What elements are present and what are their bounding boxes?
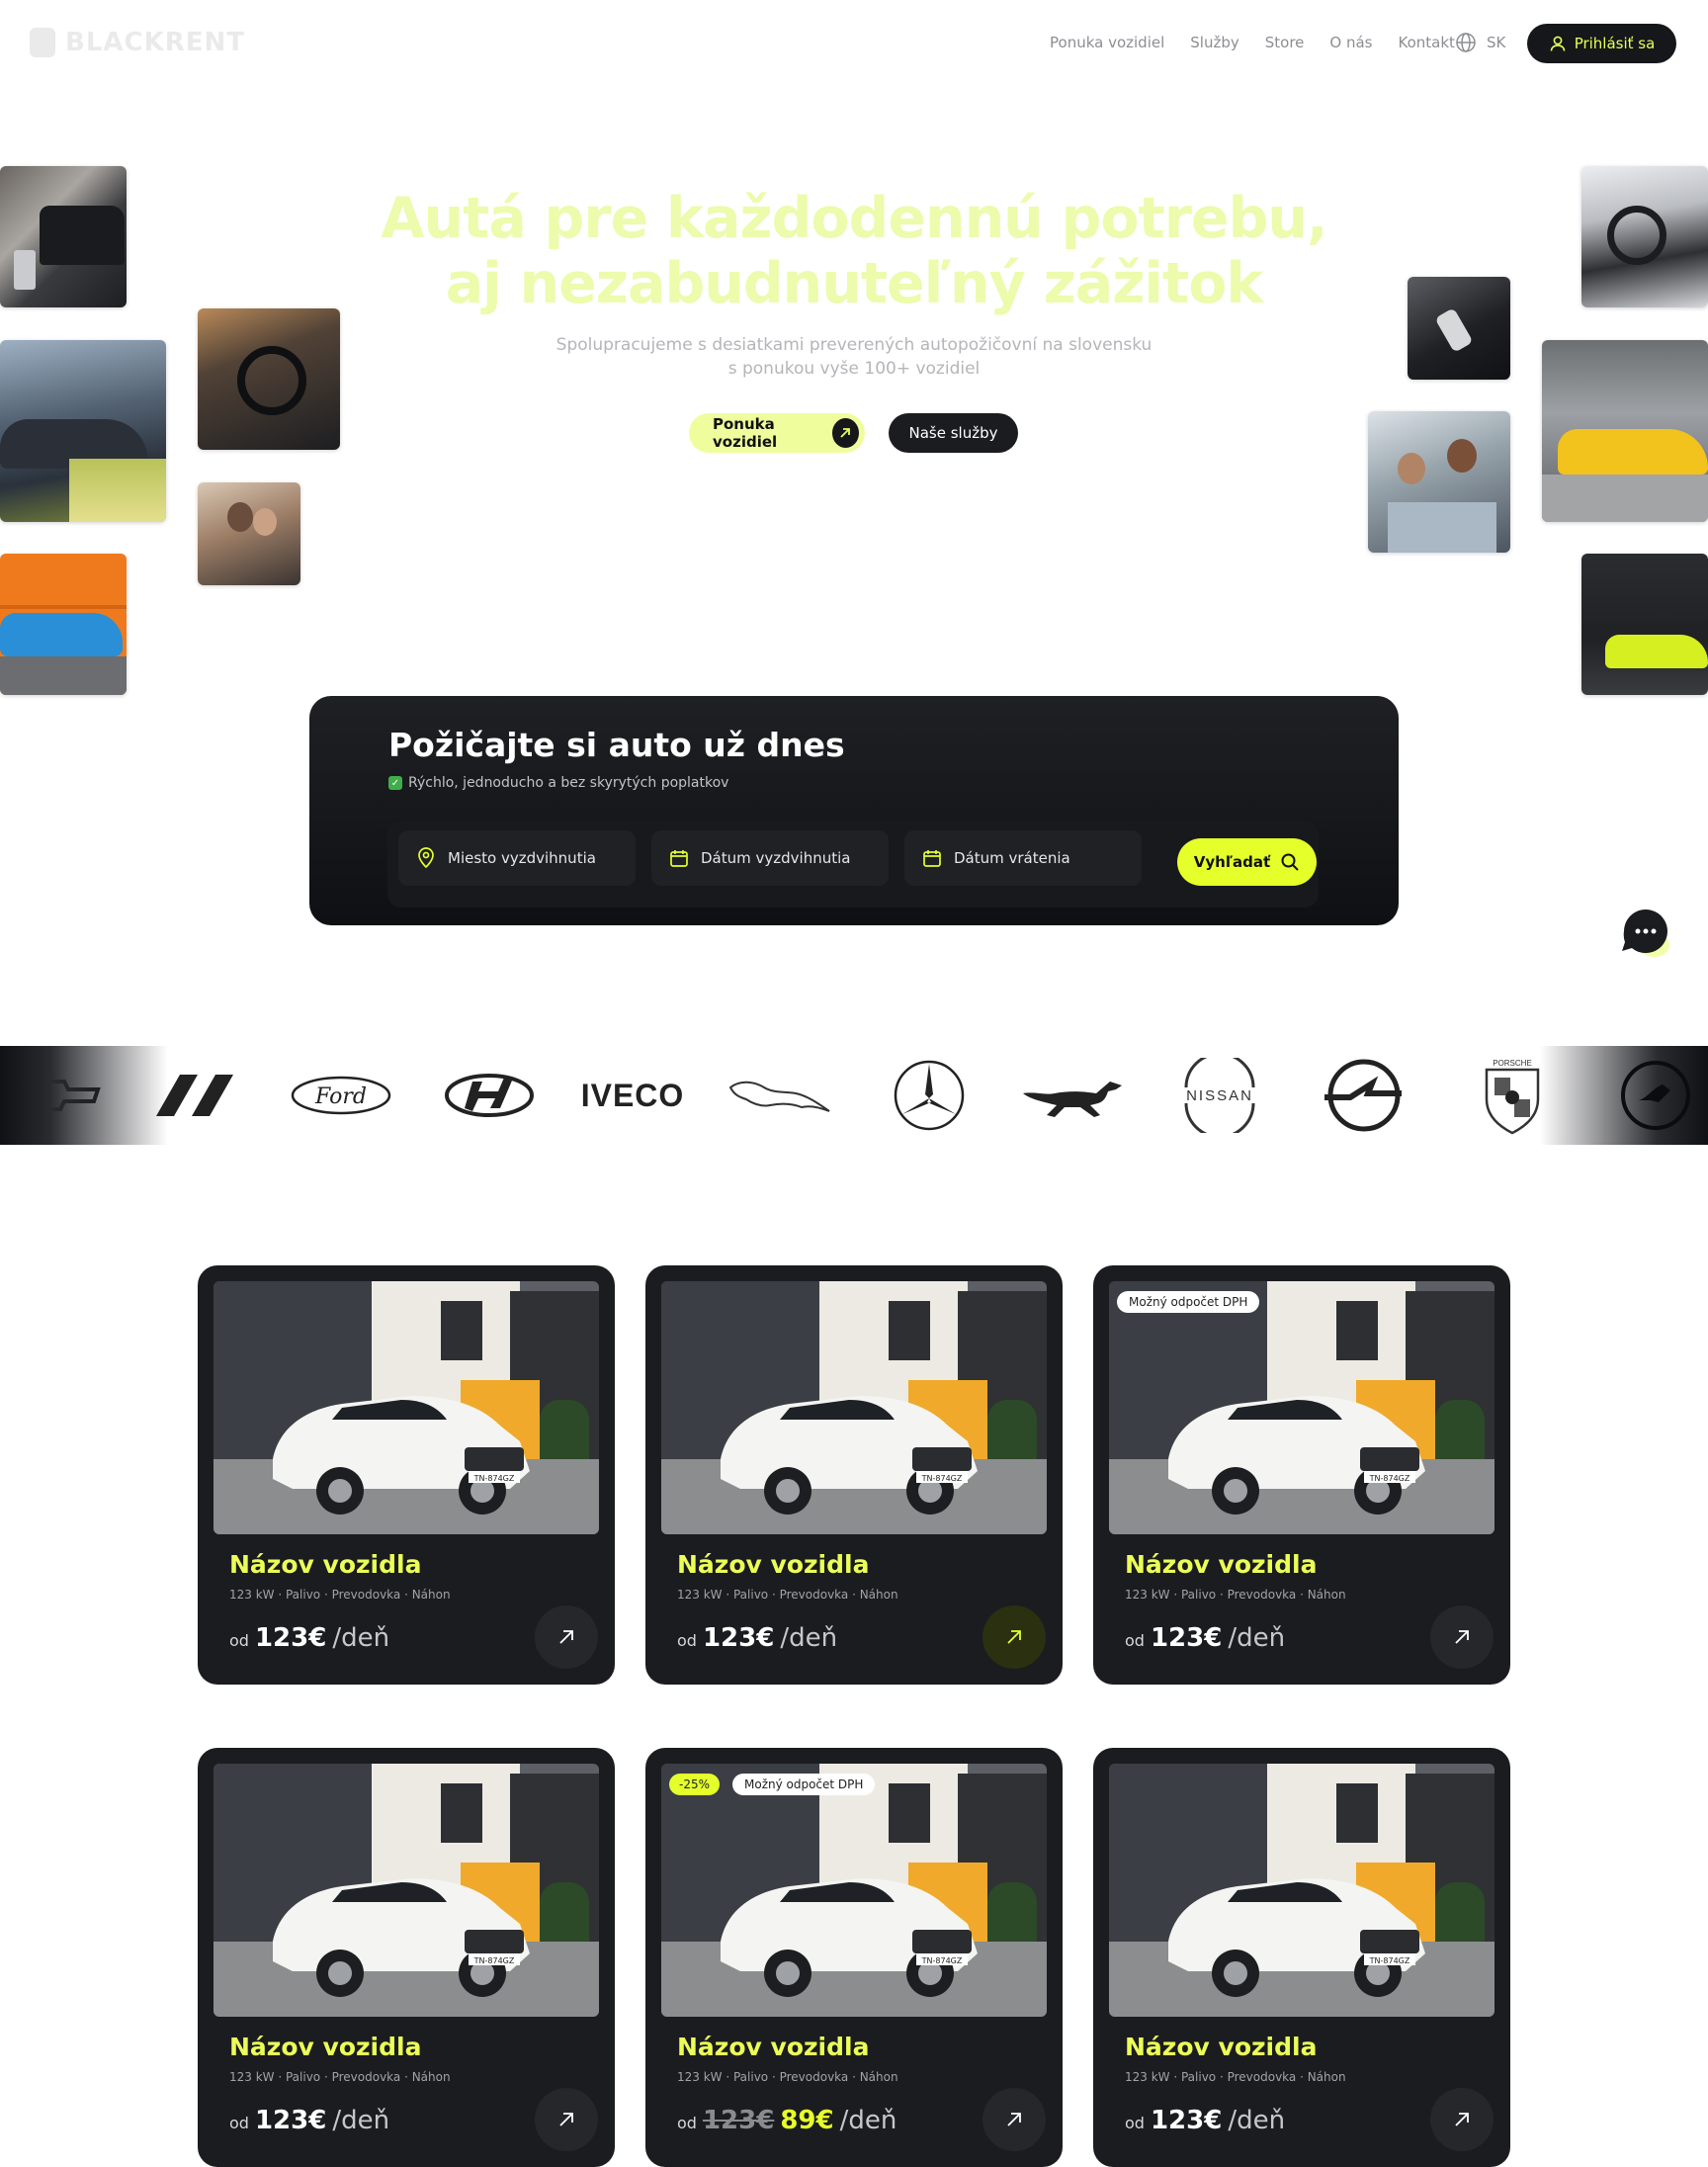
vehicle-card[interactable]: TN-874GZ Názov vozidla 123 kW · Palivo ·…	[645, 1265, 1063, 1685]
price-unit: /deň	[1228, 1623, 1286, 1653]
vehicle-detail-button[interactable]	[982, 2088, 1046, 2151]
vehicle-photo: TN-874GZ	[1109, 1764, 1494, 2017]
vehicle-specs: 123 kW · Palivo · Prevodovka · Náhon	[677, 2070, 898, 2084]
price-from-label: od	[1125, 2114, 1145, 2132]
vehicle-price: od 123€/deň	[1125, 1623, 1285, 1653]
vehicle-specs: 123 kW · Palivo · Prevodovka · Náhon	[1125, 2070, 1346, 2084]
vehicle-photo: TN-874GZ	[661, 1764, 1047, 2017]
vehicle-specs: 123 kW · Palivo · Prevodovka · Náhon	[229, 1588, 451, 1602]
price-value: 123€	[254, 2106, 327, 2135]
price-value: 123€	[254, 1623, 327, 1653]
license-plate: TN-874GZ	[1369, 1474, 1410, 1483]
license-plate: TN-874GZ	[473, 1956, 515, 1965]
price-from-label: od	[677, 2114, 697, 2132]
vehicle-price: od 123€ 89€/deň	[677, 2106, 897, 2135]
vehicle-grid: TN-874GZ Názov vozidla 123 kW · Palivo ·…	[0, 0, 1708, 2167]
arrow-up-right-icon	[1455, 1630, 1469, 1644]
license-plate: TN-874GZ	[921, 1956, 963, 1965]
license-plate: TN-874GZ	[921, 1474, 963, 1483]
vehicle-detail-button[interactable]	[535, 2088, 598, 2151]
discounted-price: 89€	[780, 2106, 834, 2135]
arrow-up-right-icon	[1007, 2113, 1021, 2126]
vehicle-detail-button[interactable]	[535, 1605, 598, 1669]
vehicle-photo: TN-874GZ	[214, 1764, 599, 2017]
price-from-label: od	[1125, 1631, 1145, 1650]
price-unit: /deň	[780, 1623, 838, 1653]
vat-deduction-badge: Možný odpočet DPH	[1117, 1291, 1260, 1313]
vehicle-card[interactable]: TN-874GZ Názov vozidla 123 kW · Palivo ·…	[1093, 1748, 1510, 2167]
vehicle-detail-button[interactable]	[1430, 2088, 1494, 2151]
price-unit: /deň	[839, 2106, 897, 2135]
price-unit: /deň	[332, 2106, 390, 2135]
arrow-up-right-icon	[1007, 1630, 1021, 1644]
discount-badge: -25%	[669, 1774, 721, 1795]
vehicle-detail-button[interactable]	[982, 1605, 1046, 1669]
vehicle-card[interactable]: TN-874GZ Názov vozidla 123 kW · Palivo ·…	[198, 1265, 615, 1685]
vehicle-card[interactable]: TN-874GZ Možný odpočet DPH Názov vozidla…	[1093, 1265, 1510, 1685]
arrow-up-right-icon	[1455, 2113, 1469, 2126]
vehicle-name: Názov vozidla	[1125, 1550, 1318, 1579]
vehicle-photo: TN-874GZ	[661, 1281, 1047, 1534]
vehicle-price: od 123€/deň	[677, 1623, 837, 1653]
price-value: 123€	[702, 1623, 775, 1653]
vehicle-photo: TN-874GZ	[214, 1281, 599, 1534]
vehicle-card[interactable]: TN-874GZ Názov vozidla 123 kW · Palivo ·…	[198, 1748, 615, 2167]
vehicle-specs: 123 kW · Palivo · Prevodovka · Náhon	[677, 1588, 898, 1602]
vehicle-name: Názov vozidla	[677, 2033, 870, 2061]
vehicle-price: od 123€/deň	[1125, 2106, 1285, 2135]
price-from-label: od	[229, 2114, 249, 2132]
license-plate: TN-874GZ	[1369, 1956, 1410, 1965]
price-unit: /deň	[332, 1623, 390, 1653]
vehicle-price: od 123€/deň	[229, 1623, 389, 1653]
vehicle-specs: 123 kW · Palivo · Prevodovka · Náhon	[1125, 1588, 1346, 1602]
price-unit: /deň	[1228, 2106, 1286, 2135]
old-price: 123€	[702, 2106, 775, 2135]
vehicle-name: Názov vozidla	[677, 1550, 870, 1579]
vehicle-detail-button[interactable]	[1430, 1605, 1494, 1669]
arrow-up-right-icon	[559, 2113, 573, 2126]
vehicle-name: Názov vozidla	[1125, 2033, 1318, 2061]
vehicle-name: Názov vozidla	[229, 2033, 422, 2061]
vehicle-specs: 123 kW · Palivo · Prevodovka · Náhon	[229, 2070, 451, 2084]
vehicle-photo: TN-874GZ	[1109, 1281, 1494, 1534]
vehicle-name: Názov vozidla	[229, 1550, 422, 1579]
license-plate: TN-874GZ	[473, 1474, 515, 1483]
price-value: 123€	[1150, 2106, 1223, 2135]
vat-deduction-badge: Možný odpočet DPH	[732, 1774, 876, 1795]
price-value: 123€	[1150, 1623, 1223, 1653]
vehicle-price: od 123€/deň	[229, 2106, 389, 2135]
price-from-label: od	[677, 1631, 697, 1650]
vehicle-card[interactable]: TN-874GZ -25% Možný odpočet DPH Názov voz…	[645, 1748, 1063, 2167]
arrow-up-right-icon	[559, 1630, 573, 1644]
price-from-label: od	[229, 1631, 249, 1650]
